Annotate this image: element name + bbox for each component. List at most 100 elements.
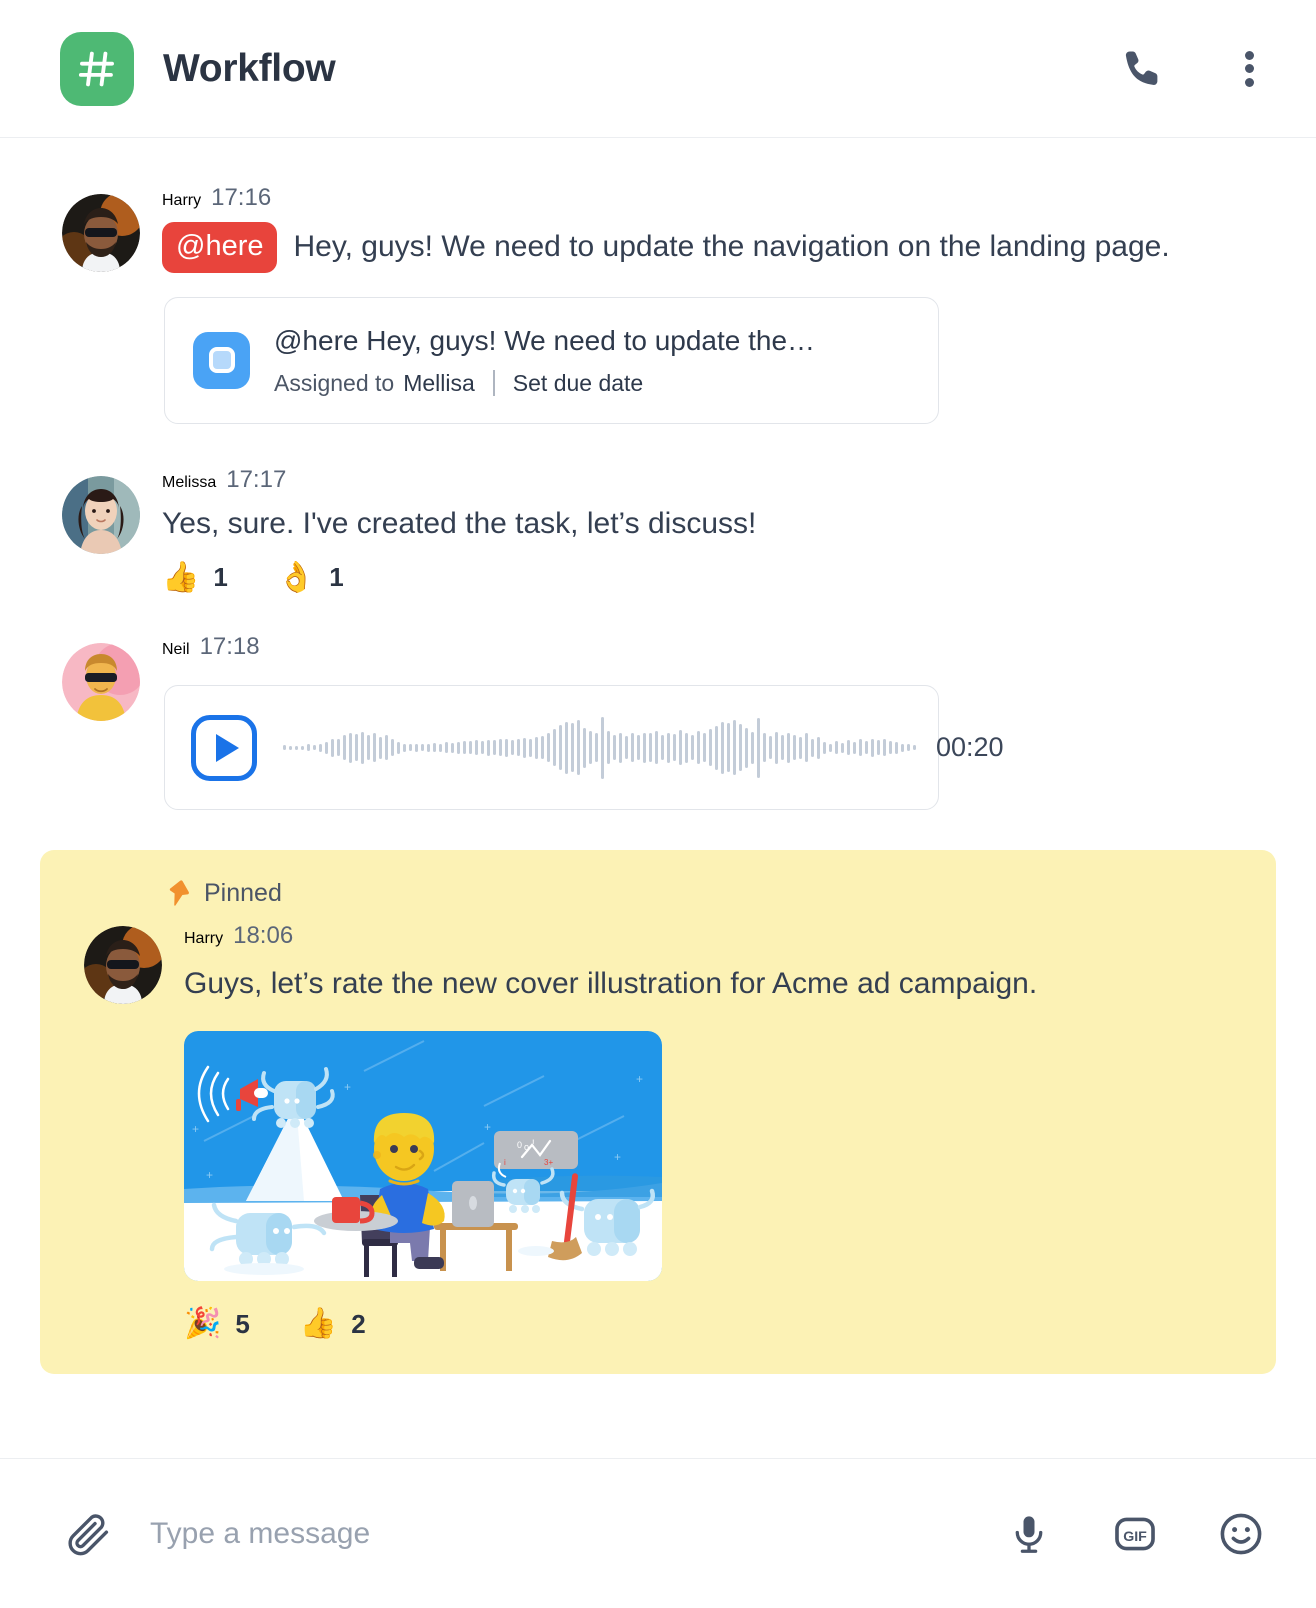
task-card[interactable]: @here Hey, guys! We need to update the… …: [164, 297, 939, 424]
message-meta: Harry 18:06: [184, 922, 1236, 950]
kebab-dot: [1244, 50, 1254, 60]
waveform-bar: [733, 720, 736, 776]
avatar[interactable]: [84, 926, 162, 1005]
reaction-thumbs-up[interactable]: 👍 1: [162, 562, 228, 593]
svg-text:3+: 3+: [544, 1158, 553, 1167]
reaction-ok-hand[interactable]: 👌 1: [278, 562, 344, 593]
reaction-party-popper[interactable]: 🎉 5: [184, 1309, 250, 1340]
waveform-bar: [469, 741, 472, 755]
waveform-bar: [631, 733, 634, 762]
waveform-bar: [571, 723, 574, 773]
waveform-bar: [505, 738, 508, 757]
waveform-bar: [601, 716, 604, 779]
task-assigned-label: Assigned to: [274, 369, 395, 396]
waveform-bar: [343, 735, 346, 761]
microphone-icon[interactable]: [998, 1503, 1060, 1565]
waveform-bar: [439, 743, 442, 752]
gif-label: GIF: [1123, 1528, 1147, 1544]
waveform-bar: [619, 732, 622, 763]
waveform-bar: [841, 742, 844, 753]
waveform-bar: [853, 741, 856, 754]
phone-icon[interactable]: [1112, 38, 1174, 100]
waveform-bar: [517, 739, 520, 757]
waveform-bar: [547, 733, 550, 762]
avatar[interactable]: [62, 643, 140, 722]
kebab-dot: [1244, 77, 1254, 87]
message-meta: Harry 17:16: [162, 184, 1276, 212]
waveform-bar: [907, 744, 910, 752]
waveform-bar: [847, 740, 850, 756]
waveform-bar: [703, 733, 706, 762]
paperclip-icon[interactable]: [62, 1506, 118, 1562]
message-item-harry: Harry 17:16 @here Hey, guys! We need to …: [0, 184, 1316, 424]
message-author: Neil: [162, 641, 190, 659]
waveform-bar: [745, 727, 748, 768]
reaction-thumbs-up[interactable]: 👍 2: [300, 1309, 366, 1340]
waveform-bar: [811, 738, 814, 757]
pin-icon: [169, 880, 189, 906]
waveform-bar: [385, 735, 388, 761]
waveform-bar: [913, 745, 916, 751]
waveform-bar: [727, 723, 730, 773]
waveform-bar: [583, 727, 586, 768]
waveform-bar: [283, 745, 286, 751]
reaction-count: 5: [235, 1308, 250, 1339]
waveform-bar: [757, 717, 760, 778]
audio-waveform[interactable]: [283, 714, 916, 782]
waveform-bar: [637, 735, 640, 761]
waveform-bar: [409, 744, 412, 752]
svg-text:i: i: [504, 1158, 506, 1167]
waveform-bar: [481, 741, 484, 755]
waveform-bar: [673, 734, 676, 762]
waveform-bar: [889, 741, 892, 755]
waveform-bar: [361, 731, 364, 764]
waveform-bar: [367, 735, 370, 761]
waveform-bar: [355, 734, 358, 762]
voice-duration: 00:20: [936, 732, 1004, 763]
kebab-menu-icon[interactable]: [1218, 38, 1280, 100]
waveform-bar: [397, 741, 400, 754]
waveform-bar: [715, 725, 718, 770]
message-composer: GIF: [0, 1458, 1316, 1608]
waveform-bar: [289, 745, 292, 750]
voice-message-card[interactable]: 00:20: [164, 685, 1004, 811]
waveform-bar: [403, 743, 406, 752]
waveform-bar: [721, 721, 724, 774]
waveform-bar: [493, 740, 496, 756]
waveform-bar: [379, 736, 382, 759]
waveform-bar: [451, 742, 454, 753]
gif-icon[interactable]: GIF: [1104, 1503, 1166, 1565]
reaction-list: 👍 1 👌 1: [162, 562, 1276, 593]
avatar[interactable]: [62, 475, 140, 554]
waveform-bar: [829, 743, 832, 752]
message-text: Guys, let’s rate the new cover illustrat…: [184, 964, 1236, 1005]
mention-badge[interactable]: @here: [162, 222, 278, 274]
waveform-bar: [565, 721, 568, 774]
message-timestamp: 17:16: [211, 184, 272, 211]
avatar[interactable]: [62, 194, 140, 272]
task-assignee[interactable]: Mellisa: [403, 370, 475, 397]
reaction-count: 1: [329, 562, 344, 593]
waveform-bar: [553, 729, 556, 767]
svg-text:!: !: [532, 1138, 535, 1148]
task-divider: [492, 370, 495, 397]
hash-icon: [60, 31, 134, 106]
waveform-bar: [295, 745, 298, 750]
message-list[interactable]: Harry 17:16 @here Hey, guys! We need to …: [0, 138, 1316, 1458]
thumbs-up-icon: 👍: [162, 560, 200, 594]
page-title: Workflow: [163, 46, 336, 90]
ok-hand-icon: 👌: [277, 560, 316, 594]
task-due-date-button[interactable]: Set due date: [513, 370, 643, 397]
svg-text:o: o: [524, 1142, 529, 1152]
waveform-bar: [649, 733, 652, 762]
task-meta: Assigned to Mellisa Set due date: [274, 370, 815, 397]
message-input[interactable]: [150, 1516, 954, 1551]
smiley-icon[interactable]: [1210, 1503, 1272, 1565]
chat-window: Workflow Harry 17:16 @here Hey, guys! We…: [0, 0, 1316, 1608]
play-icon[interactable]: [191, 714, 257, 781]
svg-text:+: +: [192, 1122, 199, 1136]
kebab-dot: [1244, 64, 1254, 73]
pinned-message: Pinned Harry 18:06 Guys, let’s rate the …: [40, 850, 1276, 1374]
cover-illustration[interactable]: + + ++ ++ 0 o ! i 3+: [184, 1030, 662, 1281]
pinned-header: Pinned: [162, 878, 1236, 908]
